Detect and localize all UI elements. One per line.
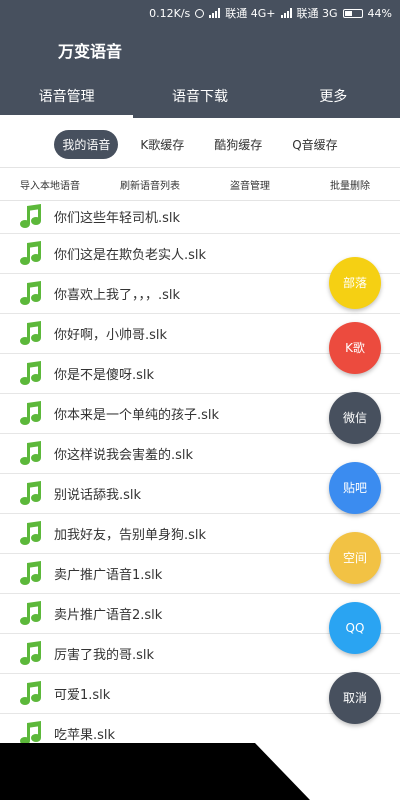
- music-note-icon: [20, 440, 41, 465]
- file-name: 你这样说我会害羞的.slk: [54, 448, 194, 463]
- share-wechat-button[interactable]: 微信: [329, 392, 381, 444]
- share-buluo-button[interactable]: 部落: [329, 257, 381, 309]
- subtab-k-song-cache[interactable]: K歌缓存: [132, 130, 192, 159]
- subtab-qq-music-cache[interactable]: Q音缓存: [284, 130, 345, 159]
- music-note-icon: [20, 240, 41, 265]
- file-name: 你是不是傻呀.slk: [54, 368, 155, 383]
- main-tabs: 语音管理 语音下载 更多: [0, 82, 400, 118]
- subtab-my-voice[interactable]: 我的语音: [54, 129, 119, 159]
- bottom-white-wedge: [255, 743, 400, 800]
- file-name: 你本来是一个单纯的孩子.slk: [54, 408, 220, 423]
- import-local-button[interactable]: 导入本地语音: [0, 177, 100, 192]
- source-tabs: 我的语音 K歌缓存 酷狗缓存 Q音缓存: [0, 124, 400, 164]
- share-tieba-button[interactable]: 贴吧: [329, 462, 381, 514]
- share-qq-button[interactable]: QQ: [329, 602, 381, 654]
- battery-icon: [342, 8, 363, 18]
- music-note-icon: [20, 400, 41, 425]
- file-name: 别说话舔我.slk: [54, 488, 142, 503]
- music-note-icon: [20, 600, 41, 625]
- file-name: 你们这些年轻司机.slk: [54, 211, 181, 226]
- file-name: 可爱1.slk: [54, 688, 111, 703]
- alarm-icon: [195, 8, 205, 18]
- carrier-primary: 联通 4G+: [225, 7, 276, 20]
- music-note-icon: [20, 280, 41, 305]
- tab-voice-download[interactable]: 语音下载: [133, 82, 266, 118]
- list-item[interactable]: 你们这些年轻司机.slk: [0, 200, 400, 234]
- batch-delete-button[interactable]: 批量删除: [300, 177, 400, 192]
- stolen-voice-manage-button[interactable]: 盗音管理: [200, 177, 300, 192]
- signal-icon-secondary: [280, 8, 292, 18]
- app-title: 万变语音: [58, 42, 123, 61]
- status-indicators: 0.12K/s 联通 4G+ 联通 3G 44%: [149, 5, 392, 21]
- file-name: 卖片推广语音2.slk: [54, 608, 163, 623]
- music-note-icon: [20, 560, 41, 585]
- file-name: 卖广推广语音1.slk: [54, 568, 163, 583]
- tab-voice-manage[interactable]: 语音管理: [0, 82, 134, 118]
- share-qzone-button[interactable]: 空间: [329, 532, 381, 584]
- network-speed: 0.12K/s: [149, 6, 191, 20]
- subtab-kugou-cache[interactable]: 酷狗缓存: [206, 130, 270, 159]
- action-bar: 导入本地语音 刷新语音列表 盗音管理 批量删除: [0, 168, 400, 200]
- cancel-button[interactable]: 取消: [329, 672, 381, 724]
- music-note-icon: [20, 640, 41, 665]
- music-note-icon: [20, 320, 41, 345]
- share-ksong-button[interactable]: K歌: [329, 322, 381, 374]
- battery-percent: 44%: [367, 6, 392, 20]
- file-name: 加我好友，告别单身狗.slk: [54, 528, 207, 543]
- carrier-secondary: 联通 3G: [296, 7, 338, 20]
- tab-more[interactable]: 更多: [267, 82, 400, 118]
- music-note-icon: [20, 520, 41, 545]
- file-name: 你们这是在欺负老实人.slk: [54, 248, 207, 263]
- file-name: 你喜欢上我了，，，.slk: [54, 288, 181, 303]
- signal-icon: [209, 8, 221, 18]
- music-note-icon: [20, 203, 41, 228]
- status-bar: 0.12K/s 联通 4G+ 联通 3G 44%: [0, 0, 400, 26]
- file-name: 吃苹果.slk: [54, 728, 116, 743]
- app-header: 万变语音 语音管理 语音下载 更多: [0, 26, 400, 118]
- music-note-icon: [20, 480, 41, 505]
- refresh-list-button[interactable]: 刷新语音列表: [100, 177, 200, 192]
- music-note-icon: [20, 360, 41, 385]
- music-note-icon: [20, 680, 41, 705]
- file-name: 厉害了我的哥.slk: [54, 648, 155, 663]
- file-name: 你好啊，小帅哥.slk: [54, 328, 168, 343]
